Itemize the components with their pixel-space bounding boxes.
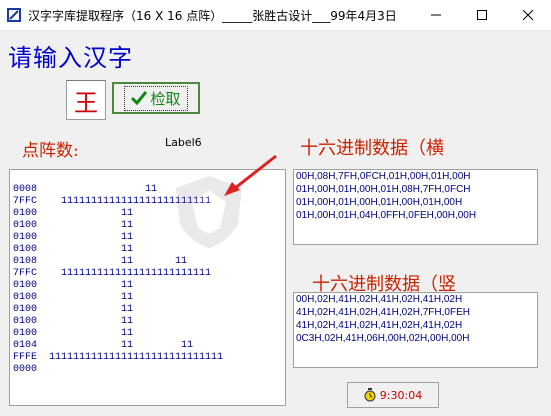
hex-line: 00H,02H,41H,02H,41H,02H,41H,02H — [296, 294, 463, 305]
dot-row: 0100 11 — [13, 316, 134, 327]
close-button[interactable] — [505, 0, 551, 30]
dot-row: 0000 — [13, 364, 38, 375]
input-prompt: 请输入汉字 — [8, 44, 133, 72]
dot-row: 7FFC 1111111111111111111111111 — [13, 268, 212, 279]
check-button-label: 检取 — [150, 89, 181, 108]
hex-line: 41H,02H,41H,02H,41H,02H,41H,02H — [296, 320, 463, 331]
dot-matrix-label: 点阵数: — [22, 141, 79, 161]
hex-vertical-box[interactable]: 00H,02H,41H,02H,41H,02H,41H,02H 41H,02H,… — [293, 292, 538, 368]
window-title: 汉字字库提取程序（16 X 16 点阵）_____张胜古设计___99年4月3日 — [28, 9, 397, 23]
dot-row: 0100 11 — [13, 232, 134, 243]
dot-row: 0100 11 — [13, 280, 134, 291]
hex-line: 01H,00H,01H,04H,0FFH,0FEH,00H,00H — [296, 210, 477, 221]
dot-row: 0100 11 — [13, 328, 134, 339]
app-window: 汉字字库提取程序（16 X 16 点阵）_____张胜古设计___99年4月3日… — [0, 0, 551, 416]
maximize-button[interactable] — [459, 0, 505, 30]
hex-line: 00H,08H,7FH,0FCH,01H,00H,01H,00H — [296, 171, 471, 182]
app-icon — [7, 8, 21, 22]
dot-row: 0100 11 — [13, 208, 134, 219]
dot-row: 0100 11 — [13, 292, 134, 303]
hex-line: 0C3H,02H,41H,06H,00H,02H,00H,00H — [296, 333, 470, 344]
char-input[interactable]: 王 — [66, 80, 106, 120]
dot-row: FFFE 11111111111111111111111111111 — [13, 352, 224, 363]
timer-icon — [364, 388, 376, 402]
time-label: 9:30:04 — [379, 388, 423, 402]
minimize-icon — [431, 14, 441, 16]
hex-line: 01H,00H,01H,00H,01H,08H,7FH,0FCH — [296, 184, 471, 195]
hex-horizontal-box[interactable]: 00H,08H,7FH,0FCH,01H,00H,01H,00H 01H,00H… — [293, 169, 538, 245]
hex-line: 01H,00H,01H,00H,01H,00H,01H,00H — [296, 197, 463, 208]
time-button[interactable]: 9:30:04 — [347, 382, 439, 408]
check-icon — [131, 91, 148, 105]
title-bar[interactable]: 汉字字库提取程序（16 X 16 点阵）_____张胜古设计___99年4月3日 — [0, 0, 551, 31]
dot-row: 0100 11 — [13, 304, 134, 315]
hex-line: 41H,02H,41H,02H,41H,02H,7FH,0FEH — [296, 307, 470, 318]
hex-horizontal-title: 十六进制数据（横 — [300, 138, 444, 159]
dot-row: 0100 11 — [13, 244, 134, 255]
check-button[interactable]: 检取 — [112, 82, 200, 114]
close-icon — [523, 10, 533, 20]
dot-row: 0104 11 11 — [13, 340, 194, 351]
dot-row: 0108 11 11 — [13, 256, 188, 267]
minimize-button[interactable] — [413, 0, 459, 30]
check-button-focus: 检取 — [124, 85, 188, 111]
dot-row: 0008 11 — [13, 184, 158, 195]
maximize-icon — [477, 10, 487, 20]
dot-row: 0100 11 — [13, 220, 134, 231]
label6: Label6 — [165, 136, 202, 149]
annotation-arrow-icon — [224, 154, 277, 196]
